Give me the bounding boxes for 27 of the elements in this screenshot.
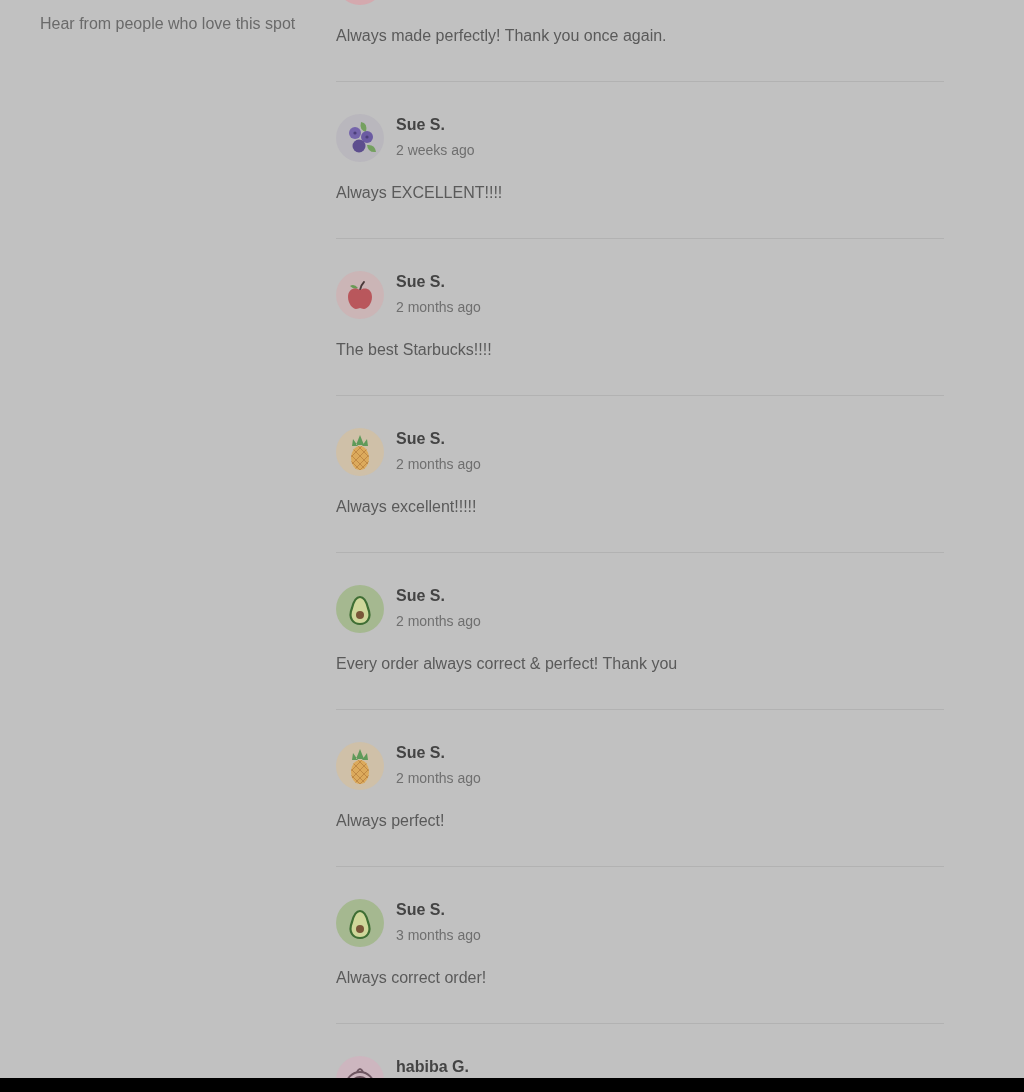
review-text: The best Starbucks!!!! [336, 340, 493, 360]
reviewer-name: Sue S. [396, 586, 446, 606]
review-date: 2 months ago [396, 298, 481, 317]
pineapple-avatar-icon [336, 742, 384, 790]
review-date: 2 months ago [396, 455, 481, 474]
review-text: Always perfect! [336, 811, 446, 831]
review-text: Every order always correct & perfect! Thank you [336, 654, 679, 674]
review-date: 2 weeks ago [396, 141, 475, 160]
reviewer-name: Sue S. [396, 743, 446, 763]
pineapple-avatar-icon [336, 428, 384, 476]
reviewer-name: Sue S. [396, 115, 446, 135]
avocado-avatar-icon [336, 585, 384, 633]
reviewer-name: habiba G. [396, 1057, 469, 1077]
avocado-avatar-icon [336, 899, 384, 947]
apple-avatar-icon [336, 271, 384, 319]
review-date: 2 months ago [396, 612, 481, 631]
reviewer-name: Sue S. [396, 429, 446, 449]
review-text: Always EXCELLENT!!!! [336, 183, 504, 203]
reviewer-name: Sue S. [396, 900, 446, 920]
review-text: Always correct order! [336, 968, 488, 988]
review-text: Always excellent!!!!! [336, 497, 478, 517]
section-subtitle: Hear from people who love this spot [40, 15, 296, 32]
blueberry-avatar-icon [336, 114, 384, 162]
review-date: 2 months ago [396, 769, 481, 788]
review-text: Always made perfectly! Thank you once again. [336, 26, 668, 46]
review-date: 3 months ago [396, 926, 481, 945]
reviewer-name: Sue S. [396, 272, 446, 292]
